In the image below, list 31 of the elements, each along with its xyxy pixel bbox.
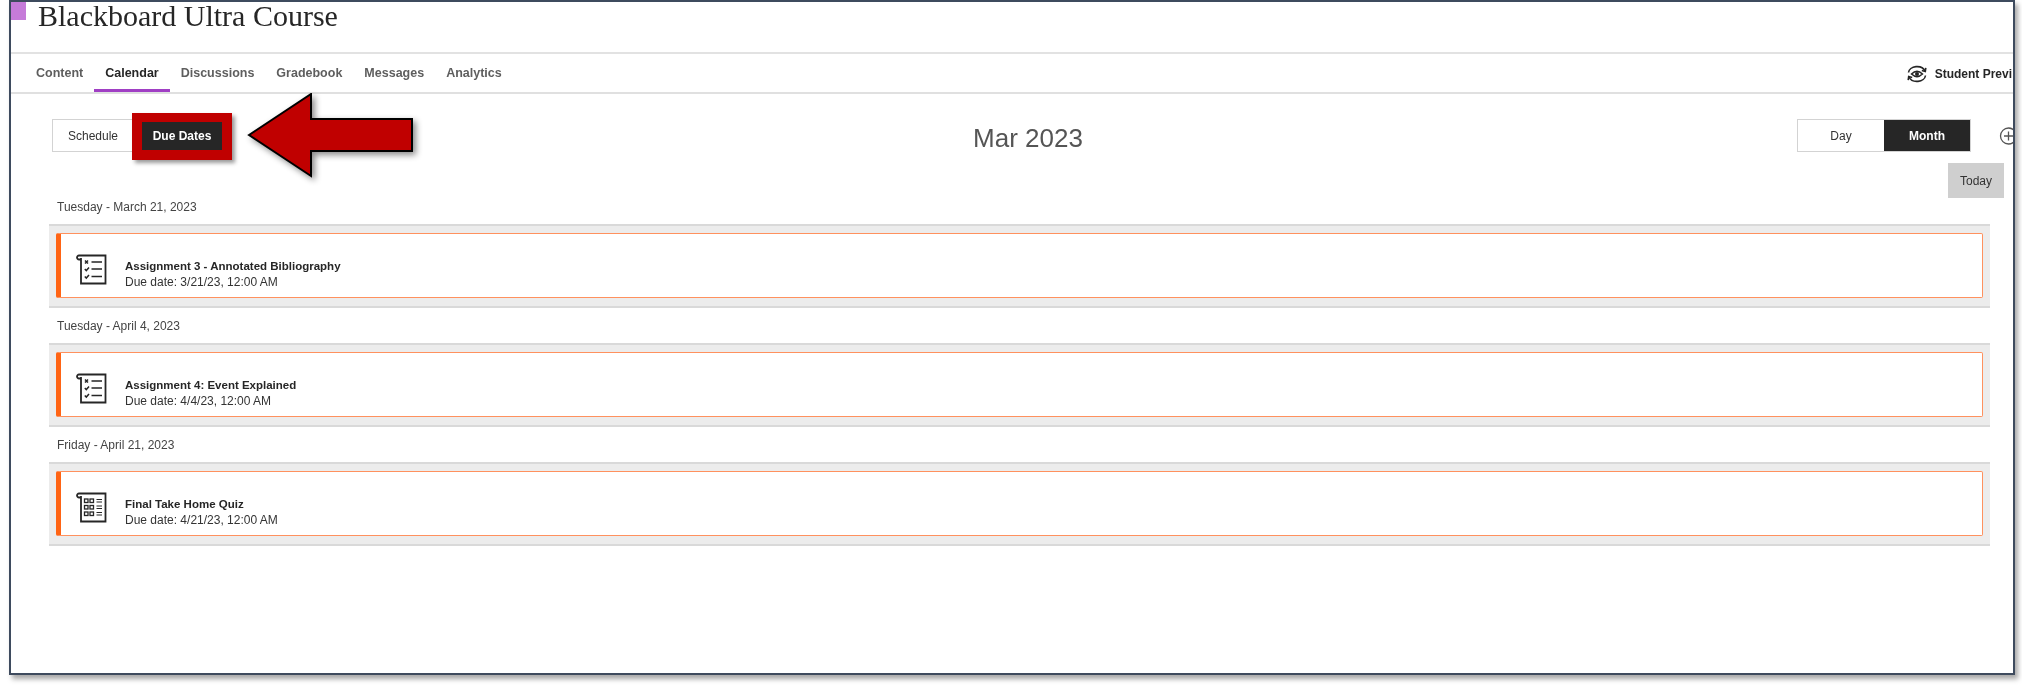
add-icon[interactable] [1999,126,2013,145]
student-preview-button[interactable]: Student Previ [1905,54,2012,92]
course-title: Blackboard Ultra Course [38,2,338,31]
nav-tab[interactable]: Gradebook [265,54,354,92]
due-date-text: Due date: 4/21/23, 12:00 AM [125,512,278,528]
due-date-text: Due date: 4/4/23, 12:00 AM [125,393,273,409]
due-item-card[interactable]: Assignment 4: Event Explained Due date: 4/4/23, 12:00 AM [56,352,1983,417]
nav-tab[interactable]: Discussions [169,54,266,92]
date-heading: Friday - April 21, 2023 [56,437,176,454]
due-item-card[interactable]: Assignment 3 - Annotated Bibliography Due date: 3/21/23, 12:00 AM [56,233,1983,298]
checklist-icon [75,253,107,285]
nav-tab[interactable]: Analytics [435,54,513,92]
grid-document-icon [75,491,107,523]
due-date-text: Due date: 3/21/23, 12:00 AM [125,274,279,290]
date-heading: Tuesday - April 4, 2023 [56,318,181,335]
view-option-button[interactable]: Schedule [52,119,133,152]
nav-tab[interactable]: Calendar [94,54,170,92]
range-option-button[interactable]: Month [1884,120,1970,151]
eye-refresh-icon [1905,65,1928,83]
item-title[interactable]: Assignment 4: Event Explained [125,377,297,393]
swatch-icon [11,2,26,20]
item-title[interactable]: Assignment 3 - Annotated Bibliography [125,258,341,274]
due-item-card[interactable]: Final Take Home Quiz Due date: 4/21/23, 12:00 AM [56,471,1983,536]
nav-tab[interactable]: Content [25,54,95,92]
today-button[interactable]: Today [1948,163,2004,198]
nav-tab[interactable]: Messages [353,54,436,92]
month-title: Mar 2023 [972,122,1084,153]
view-option-button[interactable]: Due Dates [142,122,223,150]
date-heading: Tuesday - March 21, 2023 [56,199,198,216]
item-title[interactable]: Final Take Home Quiz [125,496,278,512]
checklist-icon [75,372,107,404]
